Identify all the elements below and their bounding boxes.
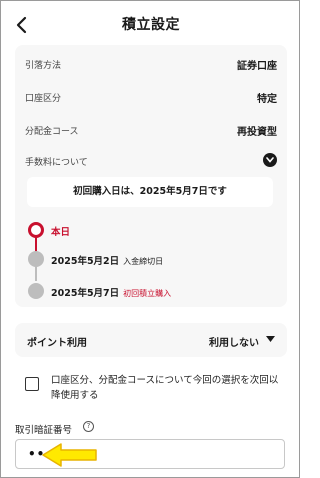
caret-down-icon — [266, 336, 275, 342]
chevron-left-icon — [16, 16, 27, 34]
timeline-dot-deposit — [28, 251, 44, 267]
remember-selection-option[interactable]: 口座区分、分配金コースについて今回の選択を次回以降使用する — [25, 373, 281, 405]
help-circle-icon[interactable]: ? — [83, 421, 94, 432]
detail-row-account-type: 口座区分 特定 — [25, 88, 277, 106]
timeline-deposit-date: 2025年5月2日 — [51, 256, 120, 267]
pin-label: 取引暗証番号 — [15, 425, 73, 436]
timeline-deposit-note: 入金締切日 — [123, 257, 164, 266]
timeline-dot-today — [28, 222, 44, 238]
detail-label: 引落方法 — [25, 61, 62, 71]
expand-fee-button[interactable] — [263, 153, 277, 167]
timeline-line — [35, 265, 37, 281]
fee-label: 手数料について — [25, 158, 88, 168]
page-title: 積立設定 — [122, 17, 180, 33]
yellow-arrow-icon — [42, 443, 97, 467]
remember-selection-checkbox[interactable] — [25, 377, 39, 391]
back-button[interactable] — [13, 16, 31, 34]
chevron-down-icon — [266, 157, 274, 163]
detail-row-distribution-course: 分配金コース 再投資型 — [25, 121, 277, 139]
header: 積立設定 — [1, 1, 299, 49]
timeline-dot-purchase — [28, 283, 44, 299]
timeline-today-label: 本日 — [51, 227, 71, 238]
detail-value: 証券口座 — [237, 61, 277, 72]
detail-value: 再投資型 — [237, 127, 277, 138]
detail-label: 分配金コース — [25, 127, 79, 137]
point-usage-label: ポイント利用 — [27, 338, 87, 349]
timeline-purchase-step: 2025年5月7日 初回積立購入 — [51, 285, 171, 299]
point-usage-value: 利用しない — [209, 338, 259, 349]
point-usage-select[interactable]: ポイント利用 利用しない — [15, 323, 287, 357]
detail-label: 口座区分 — [25, 94, 62, 104]
detail-value: 特定 — [257, 94, 277, 105]
detail-row-payment-method: 引落方法 証券口座 — [25, 55, 277, 73]
timeline-purchase-note: 初回積立購入 — [123, 289, 172, 298]
timeline-purchase-date: 2025年5月7日 — [51, 288, 120, 299]
remember-selection-text: 口座区分、分配金コースについて今回の選択を次回以降使用する — [51, 375, 279, 401]
schedule-timeline: 本日 2025年5月2日 入金締切日 2025年5月7日 初回積立購入 — [25, 213, 277, 309]
timeline-deposit-step: 2025年5月2日 入金締切日 — [51, 253, 163, 267]
first-purchase-notice: 初回購入日は、2025年5月7日です — [27, 177, 273, 207]
app-screen: 積立設定 引落方法 証券口座 口座区分 特定 分配金コース 再投資型 手数料につ… — [0, 0, 300, 478]
fee-row[interactable]: 手数料について — [25, 152, 277, 170]
